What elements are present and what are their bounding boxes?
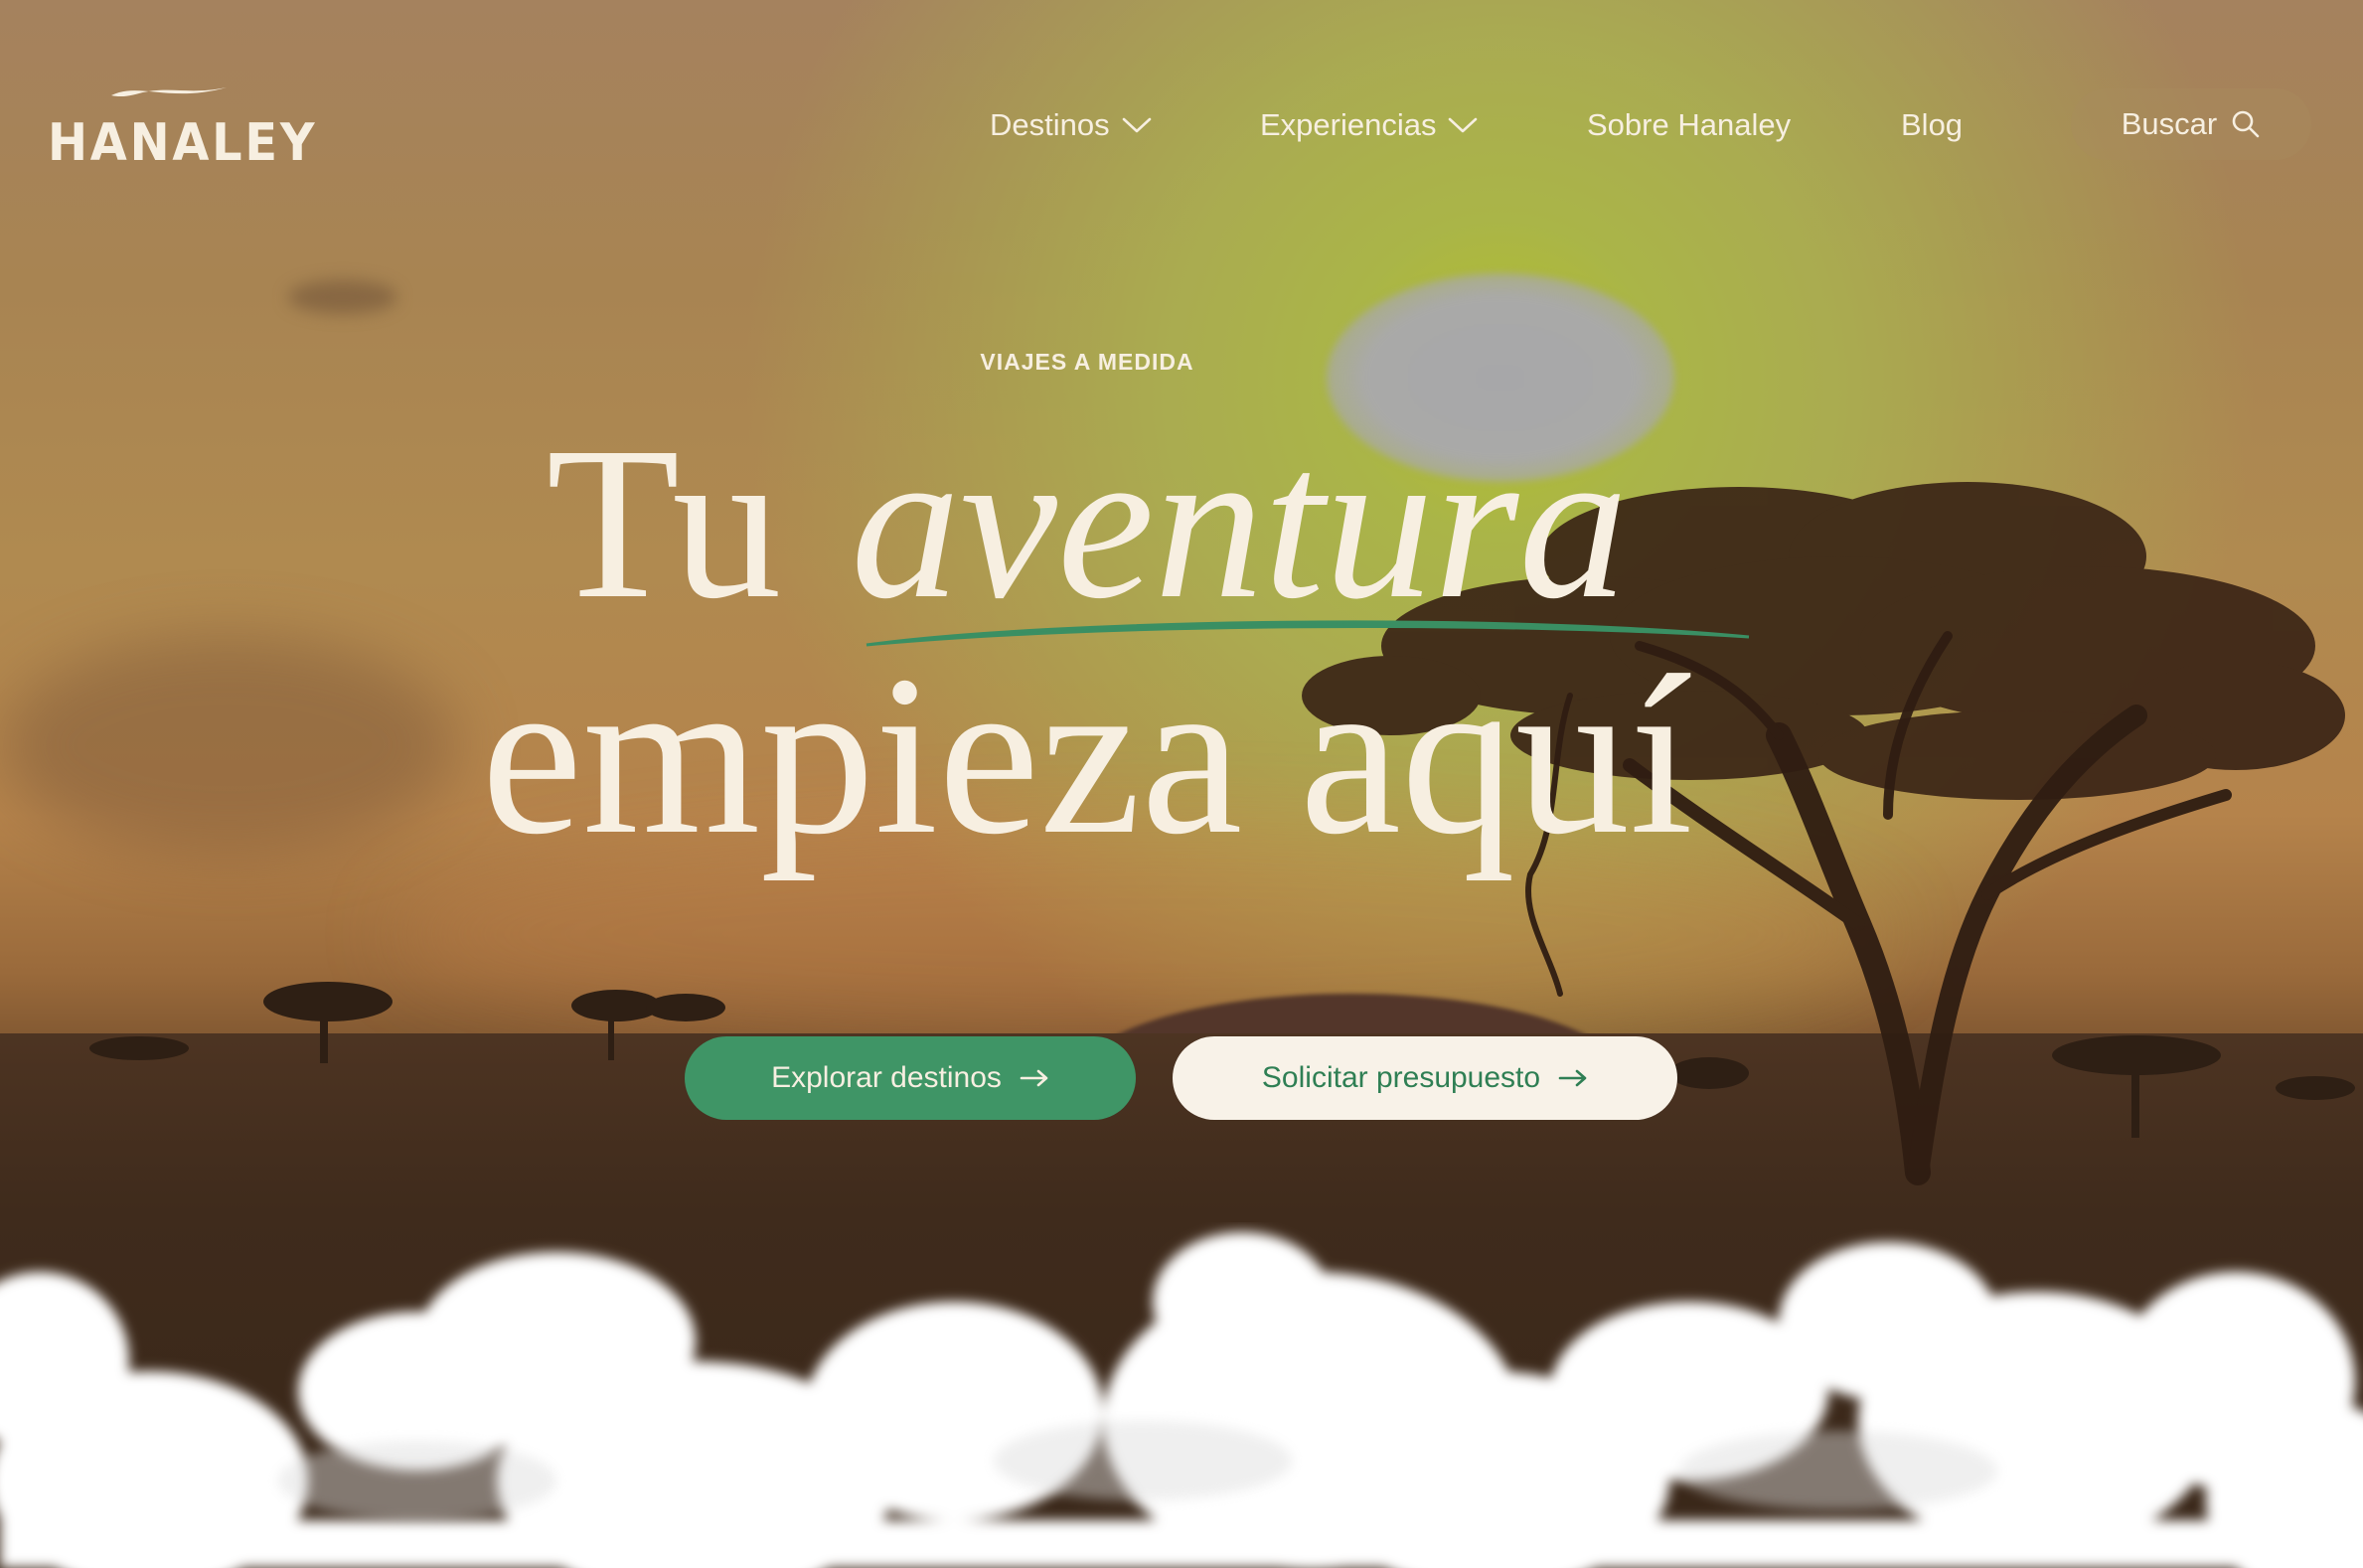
logo-text: HANALEY bbox=[48, 113, 318, 173]
cloud-foreground bbox=[0, 1232, 2363, 1568]
nav-item-blog[interactable]: Blog bbox=[1901, 97, 1963, 153]
brand-logo[interactable]: HANALEY bbox=[48, 78, 314, 177]
headline-line-2: empieza aquí bbox=[481, 628, 1693, 881]
explore-destinations-button[interactable]: Explorar destinos bbox=[685, 1036, 1136, 1120]
wave-icon bbox=[111, 87, 227, 97]
headline-line-1: Tu aventura bbox=[0, 401, 2174, 647]
hero-eyebrow: VIAJES A MEDIDA bbox=[980, 349, 1194, 375]
headline-word-aventura-text: aventura bbox=[851, 401, 1629, 644]
nav-item-label: Destinos bbox=[990, 107, 1110, 142]
nav-item-experiencias[interactable]: Experiencias bbox=[1260, 97, 1478, 153]
request-quote-button[interactable]: Solicitar presupuesto bbox=[1173, 1036, 1677, 1120]
nav-item-label: Blog bbox=[1901, 107, 1964, 142]
arrow-right-icon bbox=[1020, 1069, 1048, 1087]
nav-item-destinos[interactable]: Destinos bbox=[990, 97, 1152, 153]
nav-item-sobre-hanaley[interactable]: Sobre Hanaley bbox=[1587, 97, 1791, 153]
headline-word-aventura: aventura bbox=[851, 401, 1750, 647]
green-underline-swoosh bbox=[866, 620, 1750, 647]
nav-item-label: Sobre Hanaley bbox=[1587, 107, 1792, 142]
search-label: Buscar bbox=[2121, 106, 2218, 141]
cta-secondary-label: Solicitar presupuesto bbox=[1261, 1061, 1541, 1094]
chevron-down-icon bbox=[1122, 117, 1151, 133]
arrow-right-icon bbox=[1558, 1069, 1587, 1087]
cta-primary-label: Explorar destinos bbox=[771, 1061, 1002, 1094]
landing-page: HANALEY Destinos Experiencias Sobre Hana… bbox=[0, 0, 2363, 1568]
search-button[interactable]: Buscar bbox=[2071, 88, 2311, 160]
hero-headline: Tu aventura empieza aquí bbox=[0, 402, 2363, 869]
search-icon bbox=[2232, 110, 2260, 138]
headline-word-tu: Tu bbox=[546, 401, 782, 644]
chevron-down-icon bbox=[1449, 117, 1478, 133]
nav-item-label: Experiencias bbox=[1260, 107, 1437, 142]
